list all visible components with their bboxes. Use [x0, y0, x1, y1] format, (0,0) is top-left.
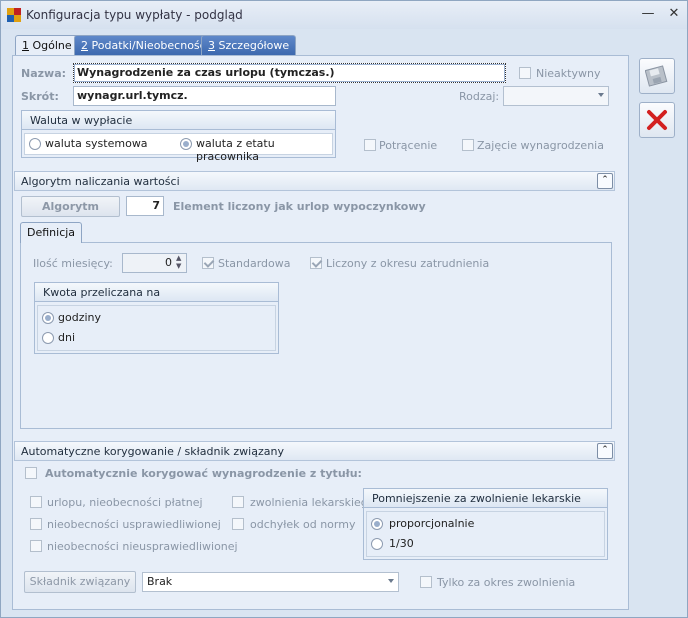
close-window-button[interactable]: ✕ — [664, 5, 684, 23]
app-icon — [7, 8, 21, 22]
tab-definicja[interactable]: Definicja — [20, 222, 83, 243]
waluta-systemowa-label: waluta systemowa — [45, 137, 148, 150]
main-panel: Nazwa: Wynagrodzenie za czas urlopu (tym… — [12, 55, 629, 610]
tab-szczegolowe[interactable]: 3 Szczegółowe — [201, 35, 297, 56]
tab-ogolne[interactable]: 1 Ogólne — [15, 35, 79, 57]
kwota-group: Kwota przeliczana na godziny dni — [34, 282, 279, 354]
pomniejszenie-title: Pomniejszenie za zwolnienie lekarskie — [363, 488, 608, 508]
definicja-panel: Ilość miesięcy: 0 ▲ ▼ Standardowa Liczony… — [20, 242, 612, 429]
proporcjonalnie-label: proporcjonalnie — [389, 517, 475, 530]
urlopu-label: urlopu, nieobecności płatnej — [47, 496, 203, 509]
usprawiedliwionej-checkbox[interactable] — [30, 518, 42, 530]
save-button[interactable] — [639, 58, 675, 94]
chevron-down-icon — [598, 93, 604, 97]
waluta-title: Waluta w wypłacie — [21, 110, 336, 130]
config-window: Konfiguracja typu wypłaty - podgląd — ✕ … — [0, 0, 688, 618]
spinner-icon[interactable]: ▲ ▼ — [176, 254, 181, 270]
korekta-section-header: Automatyczne korygowanie / składnik zwią… — [14, 441, 615, 461]
dni-label: dni — [58, 331, 76, 344]
tab-number: 1 — [22, 39, 29, 52]
auto-korekta-checkbox[interactable] — [25, 467, 37, 479]
collapse-korekta-button[interactable]: ⌃ — [597, 443, 613, 459]
minimize-button[interactable]: — — [638, 5, 658, 23]
red-x-icon — [646, 109, 668, 134]
kwota-title: Kwota przeliczana na — [34, 282, 279, 302]
chevron-down-icon — [388, 579, 394, 583]
liczony-label: Liczony z okresu zatrudnienia — [326, 257, 490, 270]
auto-korekta-label: Automatycznie korygować wynagrodzenie z … — [45, 467, 362, 480]
tab-number: 3 — [208, 39, 215, 52]
waluta-etatu-radio[interactable] — [180, 138, 192, 150]
potracenie-label: Potrącenie — [379, 139, 438, 152]
save-disk-icon — [644, 64, 669, 91]
skladnik-select[interactable]: Brak — [142, 572, 399, 592]
waluta-options: waluta systemowa waluta z etatu pracowni… — [24, 133, 333, 163]
collapse-algorytm-button[interactable]: ⌃ — [597, 173, 613, 189]
pomniejszenie-options: proporcjonalnie 1/30 — [366, 511, 605, 557]
ulamek-radio[interactable] — [371, 538, 383, 550]
skladnik-button[interactable]: Składnik związany — [24, 571, 136, 593]
cancel-button[interactable] — [639, 102, 675, 138]
tylko-checkbox[interactable] — [420, 576, 432, 588]
skrot-input[interactable]: wynagr.url.tymcz. — [73, 86, 336, 106]
pomniejszenie-group: Pomniejszenie za zwolnienie lekarskie pr… — [363, 488, 608, 560]
tab-podatki[interactable]: 2 Podatki/Nieobecności — [74, 35, 216, 56]
algorytm-number: 7 — [126, 196, 164, 216]
algorytm-section-title: Algorytm naliczania wartości — [21, 175, 180, 188]
potracenie-checkbox[interactable] — [364, 139, 376, 151]
tab-label: Ogólne — [32, 39, 72, 52]
proporcjonalnie-radio[interactable] — [371, 518, 383, 530]
nazwa-label: Nazwa: — [21, 67, 67, 80]
zajecie-checkbox[interactable] — [462, 139, 474, 151]
algorytm-button[interactable]: Algorytm — [21, 196, 120, 217]
algorytm-description: Element liczony jak urlop wypoczynkowy — [173, 200, 426, 213]
korekta-section-title: Automatyczne korygowanie / składnik zwią… — [21, 445, 284, 458]
godziny-radio[interactable] — [42, 312, 54, 324]
rodzaj-select[interactable] — [503, 86, 609, 106]
odchylek-checkbox[interactable] — [232, 518, 244, 530]
zwolnienia-label: zwolnienia lekarskiego — [250, 496, 375, 509]
nieusprawiedliwionej-label: nieobecności nieusprawiedliwionej — [47, 540, 238, 553]
liczony-checkbox[interactable] — [310, 257, 322, 269]
usprawiedliwionej-label: nieobecności usprawiedliwionej — [47, 518, 221, 531]
skladnik-value: Brak — [147, 575, 173, 588]
nieaktywny-checkbox[interactable] — [519, 67, 531, 79]
tylko-label: Tylko za okres zwolnienia — [437, 576, 576, 589]
waluta-group: Waluta w wypłacie waluta systemowa walut… — [21, 110, 336, 163]
urlopu-checkbox[interactable] — [30, 496, 42, 508]
rodzaj-label: Rodzaj: — [459, 90, 500, 103]
tab-label: Podatki/Nieobecności — [91, 39, 209, 52]
window-title: Konfiguracja typu wypłaty - podgląd — [26, 8, 243, 22]
algorytm-section-header: Algorytm naliczania wartości — [14, 171, 615, 191]
titlebar: Konfiguracja typu wypłaty - podgląd — ✕ — [1, 1, 687, 29]
nieaktywny-label: Nieaktywny — [536, 67, 601, 80]
standardowa-checkbox[interactable] — [202, 257, 214, 269]
dni-radio[interactable] — [42, 332, 54, 344]
zajecie-label: Zajęcie wynagrodzenia — [477, 139, 604, 152]
nazwa-input[interactable]: Wynagrodzenie za czas urlopu (tymczas.) — [73, 63, 506, 83]
nieusprawiedliwionej-checkbox[interactable] — [30, 540, 42, 552]
waluta-etatu-label: waluta z etatu pracownika — [196, 137, 275, 163]
tab-number: 2 — [81, 39, 88, 52]
ilosc-label: Ilość miesięcy: — [33, 257, 113, 270]
waluta-systemowa-radio[interactable] — [29, 138, 41, 150]
ulamek-label: 1/30 — [389, 537, 414, 550]
skrot-label: Skrót: — [21, 90, 59, 103]
godziny-label: godziny — [58, 311, 102, 324]
standardowa-label: Standardowa — [218, 257, 291, 270]
zwolnienia-checkbox[interactable] — [232, 496, 244, 508]
odchylek-label: odchyłek od normy — [250, 518, 356, 531]
tab-label: Szczegółowe — [218, 39, 290, 52]
kwota-options: godziny dni — [37, 305, 276, 351]
